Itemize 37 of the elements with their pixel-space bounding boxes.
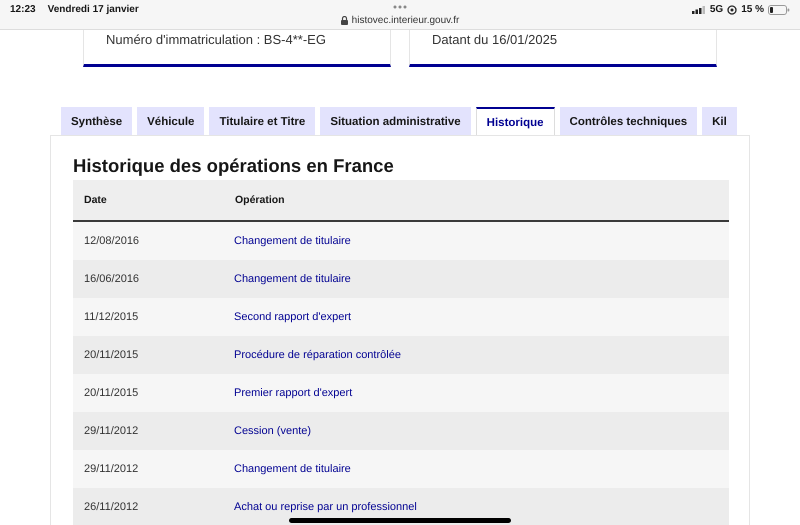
tab[interactable]: Situation administrative [320,107,471,135]
date-cell: 20/11/2015 [73,336,234,374]
section-title: Historique des opérations en France [73,154,395,178]
date-cell: 20/11/2015 [73,374,234,412]
card-text: Datant du 16/01/2025 [432,32,558,47]
column-header: Opération [234,180,729,221]
tab[interactable]: Contrôles techniques [560,107,698,135]
tab[interactable]: Historique [476,107,555,135]
operation-link[interactable]: Changement de titulaire [234,463,351,475]
tab[interactable]: Synthèse [61,107,132,135]
date-cell: 12/08/2016 [73,221,234,260]
date-cell: 16/06/2016 [73,260,234,298]
network-label: 5G [710,4,724,15]
operation-link[interactable]: Changement de titulaire [234,235,351,247]
battery-icon [768,4,790,14]
tab[interactable]: Véhicule [137,107,204,135]
column-header: Date [73,180,234,221]
more-icon[interactable] [393,5,407,9]
operation-link[interactable]: Changement de titulaire [234,273,351,285]
operation-link[interactable]: Procédure de réparation contrôlée [234,349,401,361]
lock-icon [340,16,348,25]
date-label: Vendredi 17 janvier [48,4,139,15]
operation-link[interactable]: Premier rapport d'expert [234,387,352,399]
operation-link[interactable]: Achat ou reprise par un professionnel [234,501,417,513]
url-text[interactable]: histovec.interieur.gouv.fr [352,15,460,26]
operation-link[interactable]: Second rapport d'expert [234,311,352,323]
date-cell: 26/11/2012 [73,488,234,525]
date-cell: 29/11/2012 [73,412,234,450]
tab[interactable]: Titulaire et Titre [209,107,316,135]
date-cell: 11/12/2015 [73,298,234,336]
tab[interactable]: Kil [702,107,737,135]
battery-percent: 15 % [741,4,764,15]
date-cell: 29/11/2012 [73,450,234,488]
card-text: Numéro d'immatriculation : BS-4**-EG [106,32,326,47]
signal-icon [692,6,706,14]
operation-link[interactable]: Cession (vente) [234,425,312,437]
clock-time: 12:23 [10,4,36,15]
